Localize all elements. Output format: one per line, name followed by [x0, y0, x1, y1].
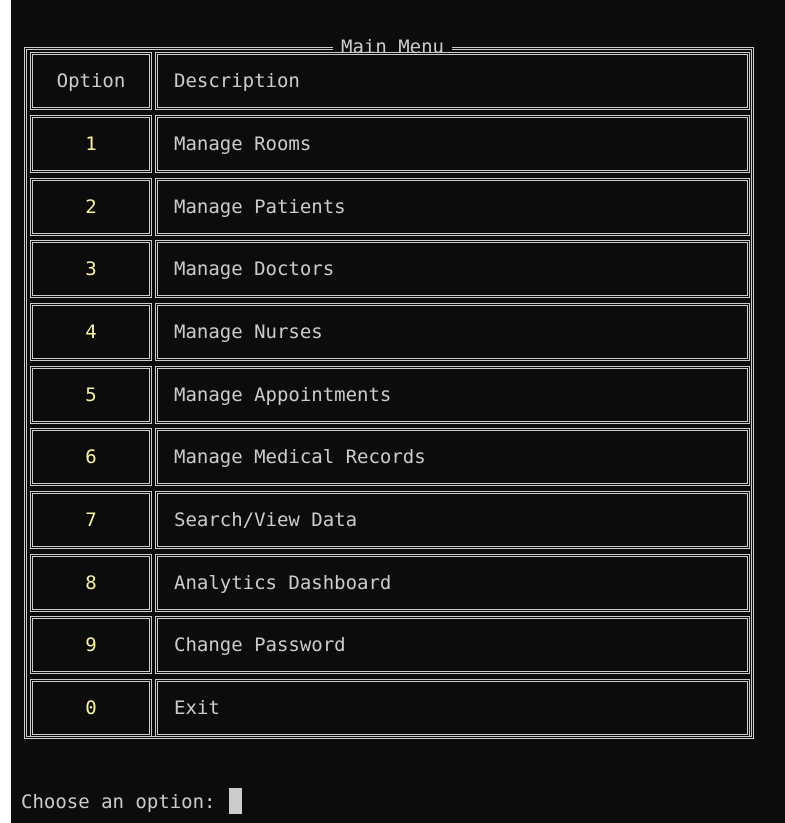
- option-number: 9: [30, 616, 152, 674]
- option-number: 0: [30, 679, 152, 737]
- header-description: Description: [155, 52, 750, 110]
- option-description: Manage Rooms: [155, 115, 750, 173]
- option-description: Manage Medical Records: [155, 428, 750, 486]
- option-number: 3: [30, 240, 152, 298]
- option-number: 1: [30, 115, 152, 173]
- option-number: 7: [30, 491, 152, 549]
- option-number: 8: [30, 554, 152, 612]
- option-description: Manage Nurses: [155, 303, 750, 361]
- header-option: Option: [30, 52, 152, 110]
- command-prompt[interactable]: Choose an option:: [21, 788, 242, 816]
- option-number: 2: [30, 178, 152, 236]
- terminal-window: Main Menu Option Description 1 Manage Ro…: [11, 0, 785, 823]
- option-number: 4: [30, 303, 152, 361]
- prompt-label: Choose an option:: [21, 791, 227, 813]
- option-description: Search/View Data: [155, 491, 750, 549]
- option-description: Exit: [155, 679, 750, 737]
- option-description: Analytics Dashboard: [155, 554, 750, 612]
- option-number: 6: [30, 428, 152, 486]
- option-description: Manage Doctors: [155, 240, 750, 298]
- option-description: Change Password: [155, 616, 750, 674]
- option-description: Manage Appointments: [155, 366, 750, 424]
- text-cursor[interactable]: [228, 788, 242, 814]
- option-description: Manage Patients: [155, 178, 750, 236]
- option-number: 5: [30, 366, 152, 424]
